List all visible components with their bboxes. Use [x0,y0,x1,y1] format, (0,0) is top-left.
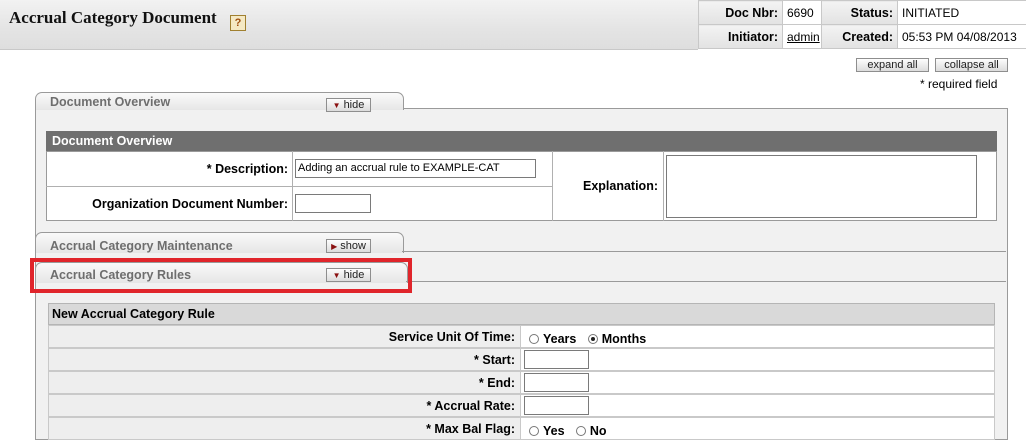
months-radio[interactable] [588,334,598,344]
toggle-label: hide [344,99,365,111]
explanation-label: Explanation: [552,179,658,193]
accrual-rate-input[interactable] [524,396,589,415]
doc-nbr-label: Doc Nbr: [699,1,783,25]
accrual-rate-label: * Accrual Rate: [48,394,521,417]
service-unit-label: Service Unit Of Time: [48,325,521,348]
initiator-cell: admin [783,25,822,49]
max-bal-flag-row: * Max Bal Flag: Yes No [48,417,995,440]
max-bal-flag-options: Yes No [521,417,995,440]
org-document-number-input[interactable] [295,194,371,213]
start-cell [521,348,995,371]
divider [402,251,1006,252]
caret-down-icon: ▼ [333,101,341,110]
max-bal-yes-radio[interactable] [529,426,539,436]
document-overview-hide-button[interactable]: ▼hide [326,98,371,112]
months-label: Months [602,332,646,346]
collapse-all-button[interactable]: collapse all [935,58,1008,72]
tab-document-overview-title: Document Overview [50,95,170,109]
document-overview-section-header: Document Overview [46,131,997,151]
max-bal-yes-label: Yes [543,424,565,438]
initiator-label: Initiator: [699,25,783,49]
accrual-rate-cell [521,394,995,417]
expand-all-button[interactable]: expand all [856,58,929,72]
end-cell [521,371,995,394]
service-unit-row: Service Unit Of Time: Years Months [48,325,995,348]
created-label: Created: [822,25,898,49]
start-input[interactable] [524,350,589,369]
end-label: * End: [48,371,521,394]
document-header: Accrual Category Document ? [0,0,698,50]
created-value: 05:53 PM 04/08/2013 [898,25,1026,49]
doc-nbr-value: 6690 [783,1,822,25]
caret-right-icon: ▶ [331,242,337,251]
help-icon[interactable]: ? [230,15,246,31]
page-title: Accrual Category Document [9,8,217,28]
divider [46,186,552,187]
max-bal-no-label: No [590,424,607,438]
accrual-category-maintenance-show-button[interactable]: ▶show [326,239,371,253]
explanation-textarea[interactable] [666,155,977,218]
new-accrual-category-rule-header: New Accrual Category Rule [48,303,995,325]
status-label: Status: [822,1,898,25]
document-info-table: Doc Nbr: 6690 Status: INITIATED Initiato… [698,0,1026,49]
service-unit-options: Years Months [521,325,995,348]
status-value: INITIATED [898,1,1026,25]
highlight-box [30,258,412,293]
years-label: Years [543,332,576,346]
description-input[interactable]: Adding an accrual rule to EXAMPLE-CAT [295,159,536,178]
start-label: * Start: [48,348,521,371]
end-row: * End: [48,371,995,394]
max-bal-no-radio[interactable] [576,426,586,436]
start-row: * Start: [48,348,995,371]
required-field-note: * required field [920,77,997,91]
end-input[interactable] [524,373,589,392]
org-document-number-label: Organization Document Number: [46,197,288,211]
description-label: * Description: [46,162,288,176]
years-radio[interactable] [529,334,539,344]
divider [663,151,664,221]
tab-accrual-category-maintenance-title: Accrual Category Maintenance [50,239,233,253]
accrual-rate-row: * Accrual Rate: [48,394,995,417]
toggle-label: show [340,240,366,252]
divider [406,281,1006,282]
max-bal-flag-label: * Max Bal Flag: [48,417,521,440]
initiator-link[interactable]: admin [787,30,820,44]
